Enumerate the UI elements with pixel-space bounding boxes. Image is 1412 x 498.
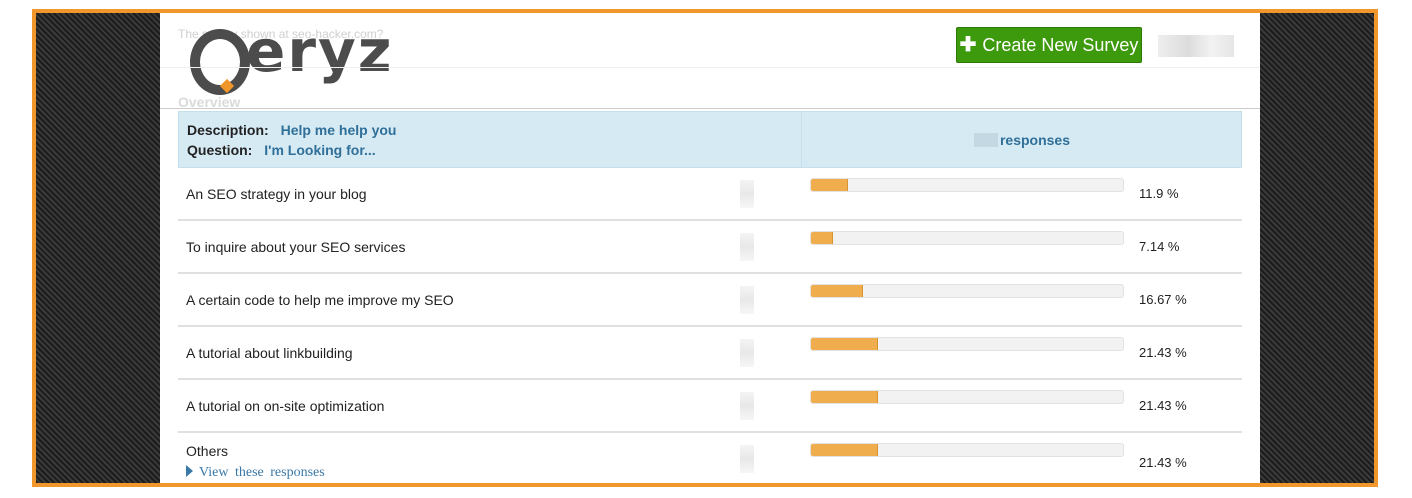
answer-count-blurred: [740, 392, 754, 420]
question-key: Question:: [187, 142, 253, 158]
description-value: Help me help you: [280, 122, 397, 138]
answer-progress-fill: [811, 285, 863, 297]
screenshot-frame: The survey shown at seo-hacker.com? eryz…: [32, 9, 1378, 487]
answer-count-blurred: [740, 180, 754, 208]
answer-progress-bar: [810, 231, 1124, 245]
answer-count-blurred: [740, 286, 754, 314]
survey-info: Description: Help me help you Question: …: [187, 120, 397, 160]
answer-label: Others: [186, 443, 229, 459]
description-line: Description: Help me help you: [187, 120, 397, 140]
create-new-survey-button[interactable]: ✚ Create New Survey: [956, 27, 1142, 63]
answer-label: A certain code to help me improve my SEO: [186, 292, 454, 308]
create-new-survey-label: Create New Survey: [982, 34, 1139, 55]
answer-progress-bar: [810, 390, 1124, 404]
answer-progress-fill: [811, 179, 849, 191]
answer-progress-fill: [811, 338, 878, 350]
response-count-blurred: [973, 132, 998, 147]
answer-percent: 21.43 %: [1139, 345, 1187, 360]
answer-progress-bar: [810, 284, 1124, 298]
responses-label: responses: [999, 131, 1071, 148]
answer-label: An SEO strategy in your blog: [186, 186, 367, 202]
results-table-header: Description: Help me help you Question: …: [178, 111, 1242, 168]
description-key: Description:: [187, 122, 269, 138]
answer-row: To inquire about your SEO services 7.14 …: [178, 221, 1242, 274]
answer-percent: 21.43 %: [1139, 398, 1187, 413]
answer-label: A tutorial about linkbuilding: [186, 345, 353, 361]
answer-progress-bar: [810, 337, 1124, 351]
answer-row: A tutorial on on-site optimization 21.43…: [178, 380, 1242, 433]
answer-label: A tutorial on on-site optimization: [186, 398, 385, 414]
question-value: I'm Looking for...: [264, 142, 376, 158]
answer-row-others: Others View these responses 21.43 %: [178, 433, 1242, 483]
logo-text: eryz: [246, 17, 394, 85]
answer-progress-bar: [810, 443, 1124, 457]
answer-row: A certain code to help me improve my SEO…: [178, 274, 1242, 327]
answer-percent: 21.43 %: [1139, 455, 1187, 470]
view-responses-label: View these responses: [199, 465, 325, 480]
results-table: Description: Help me help you Question: …: [178, 111, 1242, 483]
answer-row: A tutorial about linkbuilding 21.43 %: [178, 327, 1242, 380]
survey-panel: The survey shown at seo-hacker.com? eryz…: [160, 13, 1260, 483]
answer-count-blurred: [740, 339, 754, 367]
answer-progress-fill: [811, 444, 878, 456]
plus-icon: ✚: [959, 34, 977, 56]
answer-percent: 7.14 %: [1139, 239, 1180, 254]
responses-header: responses: [802, 112, 1242, 167]
answer-row: An SEO strategy in your blog 11.9 %: [178, 168, 1242, 221]
qeryz-logo: eryz: [190, 17, 400, 101]
answer-percent: 11.9 %: [1139, 186, 1179, 201]
view-responses-link[interactable]: View these responses: [186, 465, 325, 481]
answer-count-blurred: [740, 445, 754, 473]
answer-progress-fill: [811, 391, 878, 403]
answer-count-blurred: [740, 233, 754, 261]
triangle-right-icon: [186, 465, 193, 477]
answer-progress-bar: [810, 178, 1124, 192]
header-divider: [160, 67, 1260, 68]
answer-progress-fill: [811, 232, 834, 244]
answer-label: To inquire about your SEO services: [186, 239, 406, 255]
overview-divider: [160, 108, 1260, 109]
user-name-blurred[interactable]: [1158, 35, 1234, 57]
answer-percent: 16.67 %: [1139, 292, 1187, 307]
question-line: Question: I'm Looking for...: [187, 140, 397, 160]
